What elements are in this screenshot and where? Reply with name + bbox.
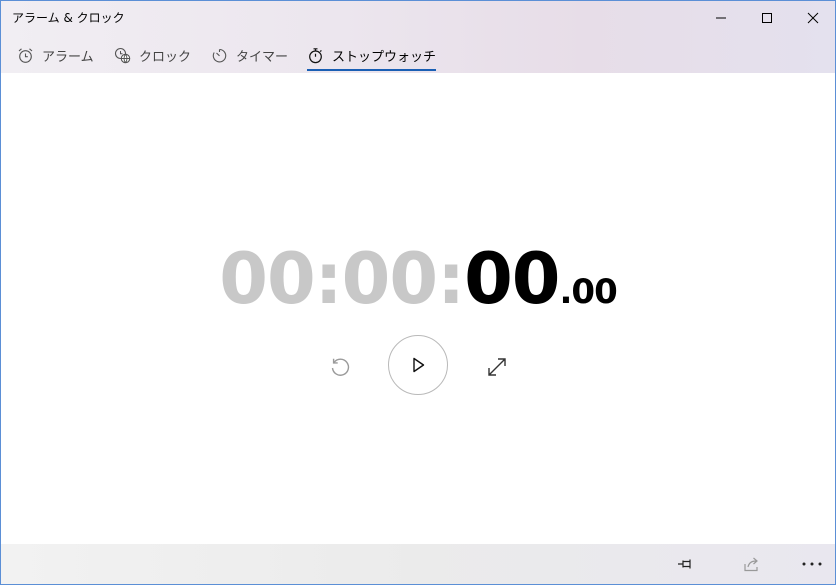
more-icon [802,562,822,566]
tab-label: アラーム [42,49,94,65]
minimize-icon [716,17,726,19]
separator: : [314,238,343,320]
minimize-button[interactable] [698,1,744,35]
stopwatch-display: 00:00:00.00 [1,238,835,320]
expand-button[interactable] [481,351,513,383]
tab-clock[interactable]: クロック [114,39,191,71]
minutes-value: 00 [341,238,438,320]
more-button[interactable] [792,548,832,580]
share-button[interactable] [732,548,772,580]
close-icon [807,12,819,24]
tab-bar: アラーム クロック タイマー ストップウォッチ [1,39,601,73]
timer-icon [211,47,228,64]
hours-value: 00 [219,238,315,320]
start-button[interactable] [388,335,448,395]
alarm-clock-icon [17,47,34,64]
expand-icon [488,358,506,376]
stopwatch-view: 00:00:00.00 [1,73,835,544]
tab-label: ストップウォッチ [332,49,437,65]
pin-button[interactable] [666,548,706,580]
pin-icon [678,559,691,569]
separator: : [437,238,465,320]
maximize-icon [762,13,772,23]
stopwatch-icon [307,47,324,64]
maximize-button[interactable] [744,1,790,35]
tab-label: タイマー [236,49,289,65]
world-clock-icon [114,47,131,64]
tab-label: クロック [139,49,192,65]
window-title: アラーム & クロック [12,11,125,25]
tab-alarm[interactable]: アラーム [17,39,94,71]
seconds-value: 00 [464,238,560,320]
reset-icon [331,358,350,376]
app-window: アラーム & クロック アラーム クロック タイマー ストップウォッチ 00:0… [0,0,836,585]
active-tab-indicator [307,69,437,71]
tab-timer[interactable]: タイマー [211,39,288,71]
close-button[interactable] [790,1,835,35]
command-bar [1,544,835,584]
play-icon [413,357,425,373]
reset-button[interactable] [324,351,356,383]
fraction-value: .00 [559,272,618,312]
tab-stopwatch[interactable]: ストップウォッチ [307,39,437,71]
share-icon [744,557,758,572]
title-bar: アラーム & クロック アラーム クロック タイマー ストップウォッチ [1,1,835,73]
